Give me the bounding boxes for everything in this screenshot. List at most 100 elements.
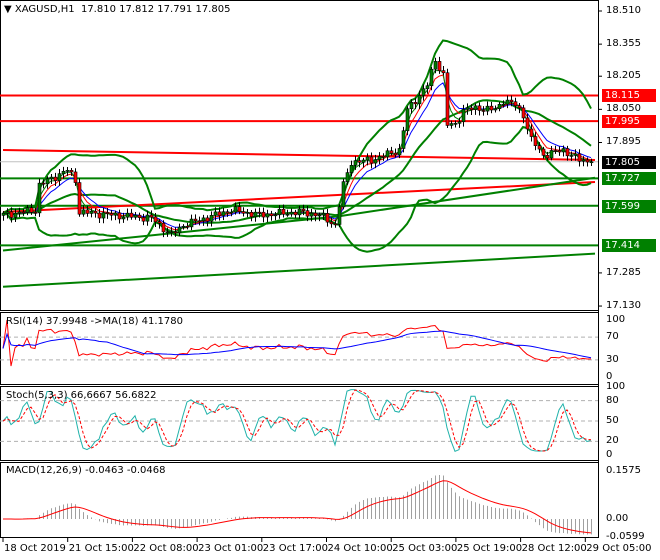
candle-body [205,217,210,222]
price-level-badge: 17.414 [602,239,656,253]
trend-line [2,252,596,288]
candle-body [325,213,330,223]
candle-body [473,105,478,110]
candle-body [501,103,506,106]
candle-body [169,231,174,234]
candle-body [101,212,106,219]
candle-body [373,159,378,164]
candle-body [477,105,482,111]
time-axis-label: 28 Oct 12:00 [521,543,587,554]
macd-axis-label: 0.1575 [606,464,641,476]
candle-body [565,148,570,157]
candle-body [537,145,542,150]
dropdown-triangle-icon[interactable]: ▼ [4,4,12,15]
candle-body [413,102,418,105]
candle-body [553,150,558,152]
candle-body [533,136,538,146]
time-axis-label: 23 Oct 01:00 [198,543,264,554]
candle-body [509,99,514,103]
candle-body [237,206,242,212]
candle-body [261,211,266,218]
candle-body [497,104,502,109]
candle-body [349,165,354,173]
candle-body [545,155,550,159]
macd-title: MACD(12,26,9) -0.0463 -0.0468 [6,465,166,476]
candle-body [405,108,410,132]
candle-body [141,217,146,222]
candle-body [449,123,454,126]
candle-body [333,223,338,226]
candle-body [25,207,30,213]
candle-body [493,108,498,111]
candle-body [165,231,170,234]
candle-body [277,208,282,216]
candle-body [281,208,286,215]
rsi-title: RSI(14) 37.9948 ->MA(18) 41.1780 [6,316,183,327]
candle-body [257,211,262,214]
candle-body [133,214,138,218]
stoch-axis-label: 100 [606,381,626,392]
candle-body [377,155,382,160]
price-level-badge: 17.727 [602,172,656,186]
candle-body [521,107,526,119]
candle-body [5,211,10,214]
candle-body [573,153,578,156]
candle-body [273,214,278,217]
price-level-badge: 17.995 [602,115,656,129]
candle-body [421,88,426,96]
candle-body [197,220,202,223]
candle-body [241,211,246,214]
candle-body [29,207,34,213]
candle-body [113,212,118,216]
chart-window: ▼ XAGUSD,H1 17.810 17.812 17.791 17.805 … [0,0,660,560]
candle-body [109,213,114,216]
candle-body [173,231,178,234]
symbol-label: XAGUSD,H1 [14,4,75,15]
candle-body [49,176,54,180]
price-tick-label: 17.130 [606,300,641,312]
candle-body [69,170,74,173]
candle-body [53,176,58,181]
candle-body [581,159,586,162]
time-axis-label: 29 Oct 05:00 [586,543,652,554]
candle-body [577,153,582,162]
candle-body [245,212,250,214]
candle-body [93,210,98,214]
candle-body [465,107,470,110]
candle-body [221,211,226,216]
candle-body [561,148,566,153]
candle-body [157,221,162,224]
candle-body [397,148,402,156]
stoch-axis-label: 20 [606,435,619,447]
candle-body [341,181,346,208]
candle-body [41,182,46,185]
candle-body [253,211,258,218]
candle-body [525,117,530,130]
candle-body [73,171,78,183]
candle-body [177,226,182,234]
candle-body [269,213,274,217]
candle-body [265,213,270,218]
price-tick-label: 18.355 [606,38,641,50]
candle-body [329,221,334,225]
candle-body [425,85,430,90]
candle-body [181,225,186,228]
candle-body [345,172,350,182]
time-axis-label: 25 Oct 19:00 [456,543,523,554]
candle-body [417,95,422,105]
bollinger-lower [2,125,592,253]
candle-body [429,68,434,87]
trend-line [338,176,596,218]
time-axis-label: 21 Oct 15:00 [68,543,134,554]
candle-body [233,206,238,213]
candle-body [117,212,122,220]
candle-body [249,212,254,218]
candle-body [185,225,190,228]
ohlc-values: 17.810 17.812 17.791 17.805 [80,4,231,15]
candle-body [469,107,474,110]
price-level-badge: 17.599 [602,199,656,213]
time-axis-label: 23 Oct 17:00 [262,543,328,554]
candle-body [37,182,42,214]
candle-body [149,214,154,218]
candle-body [289,211,294,215]
